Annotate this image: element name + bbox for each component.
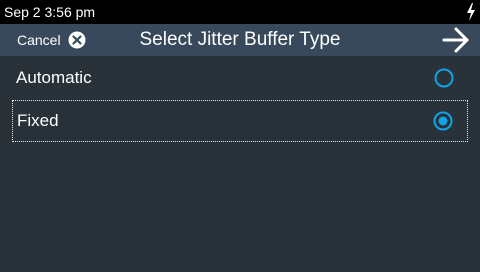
status-time: Sep 2 3:56 pm	[4, 4, 96, 20]
option-fixed[interactable]: Fixed	[12, 100, 468, 142]
title-bar: Select Jitter Buffer Type Cancel	[0, 24, 480, 56]
radio-selected-icon[interactable]	[433, 111, 453, 131]
status-bar: Sep 2 3:56 pm	[0, 0, 480, 24]
option-automatic[interactable]: Automatic	[12, 57, 468, 99]
radio-unselected-icon[interactable]	[434, 68, 454, 88]
option-label: Automatic	[16, 68, 92, 87]
lightning-bolt-icon	[467, 3, 475, 21]
close-icon	[68, 31, 86, 49]
option-label: Fixed	[17, 111, 59, 130]
cancel-button[interactable]: Cancel	[10, 24, 86, 56]
cancel-label: Cancel	[17, 32, 61, 48]
arrow-right-icon[interactable]	[442, 27, 470, 53]
